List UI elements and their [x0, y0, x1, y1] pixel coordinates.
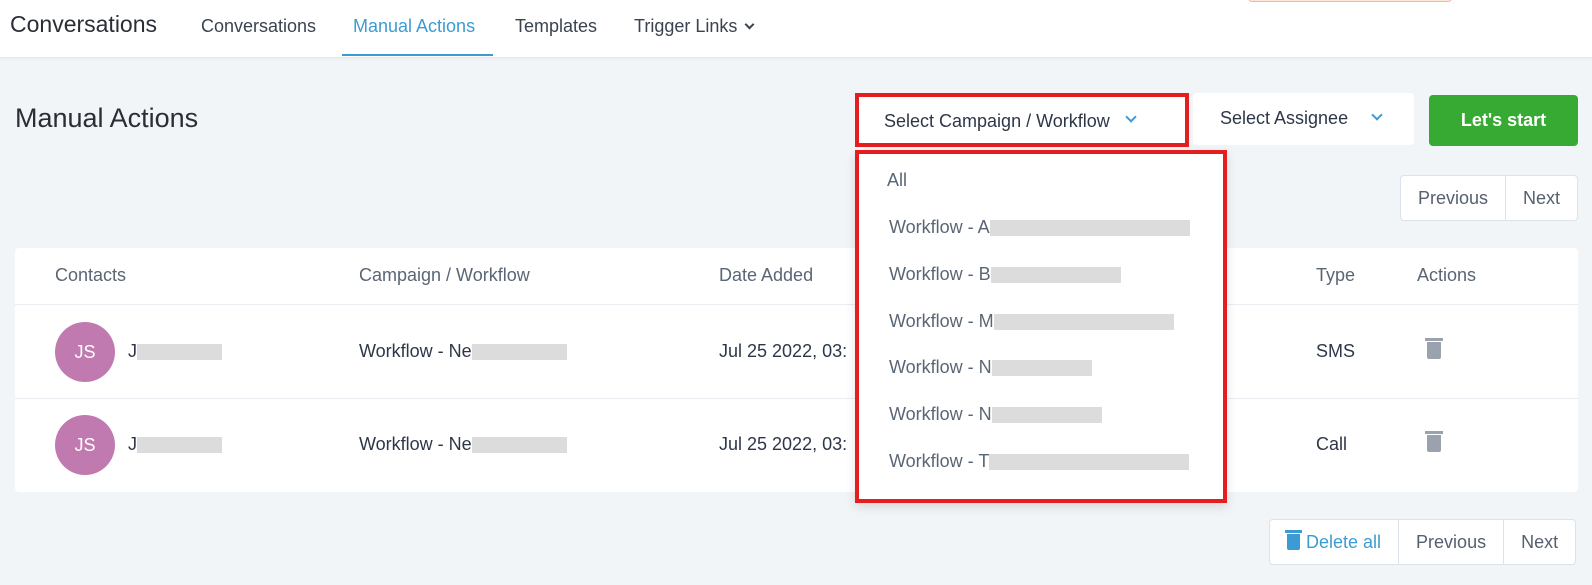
next-button[interactable]: Next: [1503, 520, 1575, 564]
app-title: Conversations: [10, 11, 158, 37]
dropdown-option-label: Workflow - N: [889, 357, 992, 377]
chevron-down-icon: [1371, 109, 1383, 121]
dropdown-option[interactable]: Workflow - M: [889, 311, 1174, 332]
previous-button[interactable]: Previous: [1401, 176, 1505, 220]
next-button[interactable]: Next: [1505, 176, 1577, 220]
lets-start-button[interactable]: Let's start: [1429, 95, 1578, 146]
redacted-text: [991, 360, 1092, 377]
tab-trigger-links-label: Trigger Links: [634, 16, 738, 36]
workflow-name: Workflow - Ne: [359, 341, 567, 362]
table-row: JS J Workflow - Ne Jul 25 2022, 03: Call: [15, 398, 1578, 492]
dropdown-option-all[interactable]: All: [887, 170, 907, 191]
dropdown-option-label: Workflow - A: [889, 217, 990, 237]
contact-name[interactable]: J: [128, 341, 222, 362]
campaign-workflow-select[interactable]: Select Campaign / Workflow: [855, 93, 1189, 147]
contact-name-text: J: [128, 434, 137, 454]
contact-name-text: J: [128, 341, 137, 361]
tab-trigger-links[interactable]: Trigger Links: [634, 16, 755, 56]
trash-icon[interactable]: [1425, 338, 1443, 359]
type-value: SMS: [1316, 341, 1356, 361]
dropdown-option-label: Workflow - N: [889, 404, 992, 424]
contact-name[interactable]: J: [128, 434, 222, 455]
trash-icon[interactable]: [1425, 431, 1443, 452]
dropdown-option[interactable]: Workflow - T: [889, 451, 1190, 472]
header-date-added: Date Added: [719, 265, 814, 285]
redacted-text: [993, 314, 1174, 331]
avatar: JS: [55, 415, 115, 475]
workflow-name-text: Workflow - Ne: [359, 434, 472, 454]
assignee-select[interactable]: Select Assignee: [1193, 93, 1414, 145]
redacted-text: [137, 344, 222, 361]
assignee-select-label: Select Assignee: [1220, 108, 1349, 128]
campaign-select-label: Select Campaign / Workflow: [884, 111, 1110, 131]
trash-icon: [1285, 530, 1302, 550]
workflow-name-text: Workflow - Ne: [359, 341, 472, 361]
redacted-text: [471, 344, 567, 361]
manual-actions-table: Contacts Campaign / Workflow Date Added …: [15, 248, 1578, 492]
dropdown-option[interactable]: Workflow - B: [889, 264, 1121, 285]
table-row: JS J Workflow - Ne Jul 25 2022, 03: SMS: [15, 304, 1578, 398]
tab-templates[interactable]: Templates: [515, 16, 597, 56]
redacted-text: [990, 267, 1121, 284]
redacted-text: [991, 407, 1102, 424]
header-contacts: Contacts: [55, 265, 127, 285]
dropdown-option[interactable]: Workflow - N: [889, 404, 1102, 425]
date-added: Jul 25 2022, 03:: [719, 434, 848, 454]
header-type: Type: [1316, 265, 1356, 285]
pagination-bottom: Delete all Previous Next: [1269, 519, 1577, 565]
tab-manual-actions[interactable]: Manual Actions: [342, 16, 493, 56]
chevron-down-icon: [744, 19, 755, 30]
redacted-text: [137, 437, 222, 454]
previous-button[interactable]: Previous: [1398, 520, 1503, 564]
dropdown-option-label: Workflow - M: [889, 311, 994, 331]
dropdown-option[interactable]: Workflow - A: [889, 217, 1190, 238]
header-campaign-workflow: Campaign / Workflow: [359, 265, 530, 285]
delete-all-label: Delete all: [1306, 532, 1382, 552]
dropdown-option-label: Workflow - B: [889, 264, 991, 284]
redacted-text: [989, 220, 1190, 237]
tab-conversations[interactable]: Conversations: [201, 16, 316, 56]
redacted-text: [989, 454, 1190, 471]
dropdown-option-label: Workflow - T: [889, 451, 990, 471]
pagination-top: Previous Next: [1400, 175, 1579, 221]
dropdown-option[interactable]: Workflow - N: [889, 357, 1092, 378]
type-value: Call: [1316, 434, 1348, 454]
notification-banner: [1248, 0, 1452, 2]
chevron-down-icon: [1125, 111, 1137, 123]
workflow-name: Workflow - Ne: [359, 434, 567, 455]
top-nav: Conversations Conversations Manual Actio…: [0, 0, 1592, 58]
header-actions: Actions: [1417, 265, 1477, 285]
date-added: Jul 25 2022, 03:: [719, 341, 848, 361]
campaign-workflow-dropdown: All Workflow - A Workflow - B Workflow -…: [855, 150, 1227, 503]
delete-all-button[interactable]: Delete all: [1270, 520, 1398, 564]
redacted-text: [471, 437, 567, 454]
page-title: Manual Actions: [15, 103, 199, 133]
avatar: JS: [55, 322, 115, 382]
